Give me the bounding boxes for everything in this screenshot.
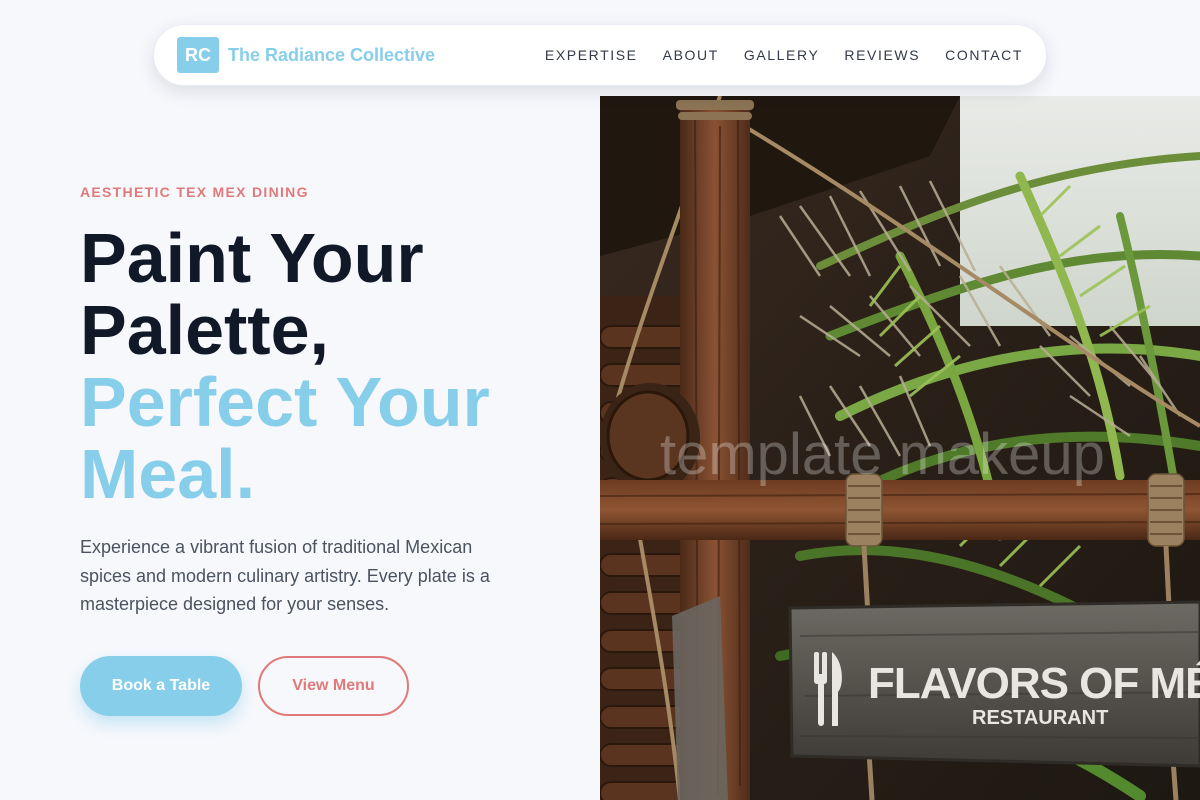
nav-link-about[interactable]: ABOUT bbox=[663, 47, 719, 63]
headline-line-2: Palette, bbox=[80, 291, 329, 369]
logo-mark: RC bbox=[177, 37, 219, 73]
hero-eyebrow: AESTHETIC TEX MEX DINING bbox=[80, 184, 309, 200]
page: RC The Radiance Collective EXPERTISE ABO… bbox=[0, 0, 1200, 800]
sign-title: FLAVORS OF MÉXICO bbox=[868, 658, 1200, 708]
headline-accent-line-1: Perfect Your bbox=[80, 363, 490, 441]
brand-logo-link[interactable]: RC The Radiance Collective bbox=[177, 37, 435, 73]
brand-name: The Radiance Collective bbox=[228, 44, 436, 65]
sign-subtitle: RESTAURANT bbox=[972, 707, 1108, 729]
book-table-button[interactable]: Book a Table bbox=[80, 656, 242, 716]
headline-line-1: Paint Your bbox=[80, 219, 424, 297]
nav-link-gallery[interactable]: GALLERY bbox=[744, 47, 820, 63]
restaurant-sign: FLAVORS OF MÉXICO RESTAURANT bbox=[788, 600, 1200, 768]
headline-accent-line-2: Meal. bbox=[80, 435, 256, 513]
hero-image: FLAVORS OF MÉXICO RESTAURANT template ma… bbox=[600, 96, 1200, 800]
nav-link-reviews[interactable]: REVIEWS bbox=[844, 47, 920, 63]
nav-link-expertise[interactable]: EXPERTISE bbox=[545, 47, 638, 63]
hero-description: Experience a vibrant fusion of tradition… bbox=[80, 537, 490, 614]
top-navigation: RC The Radiance Collective EXPERTISE ABO… bbox=[153, 24, 1047, 86]
watermark-text: template makeup bbox=[660, 422, 1105, 487]
nav-link-contact[interactable]: CONTACT bbox=[945, 47, 1023, 63]
nav-links: EXPERTISE ABOUT GALLERY REVIEWS CONTACT bbox=[520, 47, 1023, 63]
view-menu-button[interactable]: View Menu bbox=[258, 656, 409, 716]
hero-headline: Paint Your Palette, Perfect Your Meal. bbox=[80, 222, 580, 510]
